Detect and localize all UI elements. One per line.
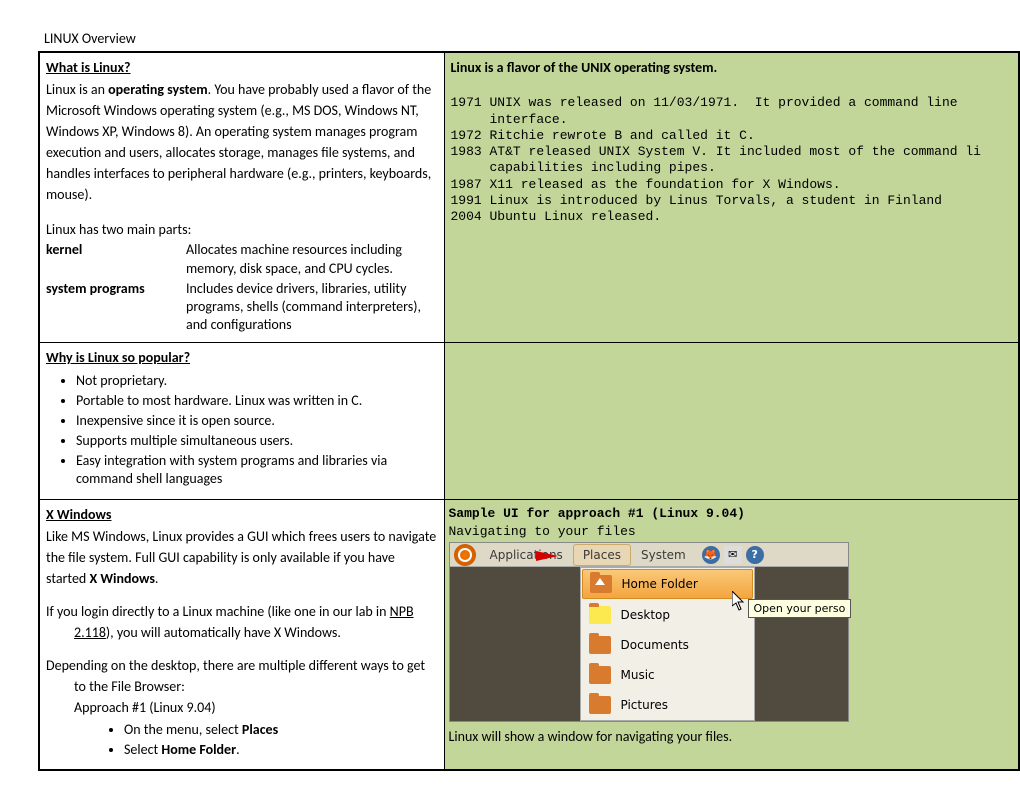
approach1-bullet1: On the menu, select Places bbox=[124, 721, 438, 739]
approach1-label: Approach #1 (Linux 9.04) bbox=[46, 699, 438, 717]
text: Music bbox=[621, 668, 655, 682]
list-item: Easy integration with system programs an… bbox=[76, 452, 438, 488]
folder-icon bbox=[589, 636, 611, 654]
folder-icon bbox=[589, 696, 611, 714]
text: On the menu, select bbox=[124, 721, 242, 738]
text: Select bbox=[124, 741, 161, 758]
text: . You have probably used a flavor of the… bbox=[46, 81, 431, 203]
list-item: Inexpensive since it is open source. bbox=[76, 412, 438, 430]
list-item: Portable to most hardware. Linux was wri… bbox=[76, 392, 438, 410]
text: . bbox=[155, 570, 159, 587]
cell-sample-ui: Sample UI for approach #1 (Linux 9.04) N… bbox=[444, 499, 1019, 770]
ubuntu-menubar: Applications Places System 🦊 ✉ ? bbox=[450, 543, 848, 567]
text: Home Folder bbox=[622, 577, 698, 591]
text: If you login directly to a Linux machine… bbox=[46, 603, 390, 620]
heading-xwindows: X Windows bbox=[46, 506, 111, 523]
parts-intro: Linux has two main parts: bbox=[46, 221, 438, 239]
text: ), you will automatically have X Windows… bbox=[106, 624, 341, 641]
approach1-bullets: On the menu, select Places Select Home F… bbox=[124, 721, 438, 759]
text: Pictures bbox=[621, 698, 669, 712]
dropdown-pictures[interactable]: Pictures bbox=[581, 690, 754, 720]
firefox-icon[interactable]: 🦊 bbox=[702, 546, 720, 564]
popular-bullets: Not proprietary. Portable to most hardwar… bbox=[76, 372, 438, 489]
text-bold: operating system bbox=[108, 81, 208, 98]
system-programs-desc: Includes device drivers, libraries, util… bbox=[186, 280, 438, 335]
xwindows-p3: Depending on the desktop, there are mult… bbox=[46, 655, 438, 697]
places-dropdown: Home Folder Desktop Documents Music Pict… bbox=[580, 567, 755, 721]
menubar-system[interactable]: System bbox=[631, 544, 696, 566]
text-bold: Places bbox=[242, 721, 278, 738]
help-icon[interactable]: ? bbox=[746, 546, 764, 564]
list-item: Not proprietary. bbox=[76, 372, 438, 390]
text-bold: X Windows bbox=[89, 570, 154, 587]
cell-xwindows: X Windows Like MS Windows, Linux provide… bbox=[39, 499, 444, 770]
folder-icon bbox=[589, 666, 611, 684]
heading-why-popular: Why is Linux so popular? bbox=[46, 349, 190, 366]
dropdown-home-folder[interactable]: Home Folder bbox=[582, 569, 753, 599]
menubar-applications[interactable]: Applications bbox=[480, 544, 573, 566]
dropdown-desktop[interactable]: Desktop bbox=[581, 600, 754, 630]
heading-sample-ui: Sample UI for approach #1 (Linux 9.04) bbox=[449, 506, 1019, 522]
linux-intro-paragraph: Linux is an operating system. You have p… bbox=[46, 79, 438, 205]
home-folder-icon bbox=[590, 575, 612, 593]
cell-unix-flavor: Linux is a flavor of the UNIX operating … bbox=[444, 52, 1019, 343]
desktop-folder-icon bbox=[589, 606, 611, 624]
cursor-icon bbox=[732, 591, 746, 611]
content-table: What is Linux? Linux is an operating sys… bbox=[38, 51, 1020, 771]
cell-why-popular: Why is Linux so popular? Not proprietary… bbox=[39, 343, 444, 499]
list-item: Supports multiple simultaneous users. bbox=[76, 432, 438, 450]
xwindows-p2: If you login directly to a Linux machine… bbox=[46, 601, 438, 643]
red-arrow-icon bbox=[536, 551, 558, 561]
text: Linux is an bbox=[46, 81, 108, 98]
sample-ui-footer: Linux will show a window for navigating … bbox=[449, 728, 1019, 746]
text: . bbox=[236, 741, 240, 758]
dropdown-documents[interactable]: Documents bbox=[581, 630, 754, 660]
text: Documents bbox=[621, 638, 689, 652]
kernel-label: kernel bbox=[46, 241, 186, 277]
heading-what-is-linux: What is Linux? bbox=[46, 59, 131, 76]
dropdown-music[interactable]: Music bbox=[581, 660, 754, 690]
xwindows-p1: Like MS Windows, Linux provides a GUI wh… bbox=[46, 526, 438, 589]
ubuntu-logo-icon bbox=[454, 544, 476, 566]
text-bold: Home Folder bbox=[161, 741, 236, 758]
tooltip: Open your perso bbox=[748, 599, 852, 618]
subheading-navigating: Navigating to your files bbox=[449, 524, 1019, 540]
cell-what-is-linux: What is Linux? Linux is an operating sys… bbox=[39, 52, 444, 343]
text: Desktop bbox=[621, 608, 671, 622]
mail-icon[interactable]: ✉ bbox=[724, 546, 742, 564]
menubar-places[interactable]: Places bbox=[573, 544, 631, 566]
heading-unix-flavor: Linux is a flavor of the UNIX operating … bbox=[451, 59, 1013, 77]
unix-timeline: 1971 UNIX was released on 11/03/1971. It… bbox=[451, 79, 1013, 225]
page-title: LINUX Overview bbox=[0, 0, 1020, 51]
ubuntu-screenshot: Applications Places System 🦊 ✉ ? Home Fo… bbox=[449, 542, 849, 722]
system-programs-label: system programs bbox=[46, 280, 186, 335]
approach1-bullet2: Select Home Folder. bbox=[124, 741, 438, 759]
cell-why-popular-right bbox=[444, 343, 1019, 499]
kernel-desc: Allocates machine resources including me… bbox=[186, 241, 438, 277]
